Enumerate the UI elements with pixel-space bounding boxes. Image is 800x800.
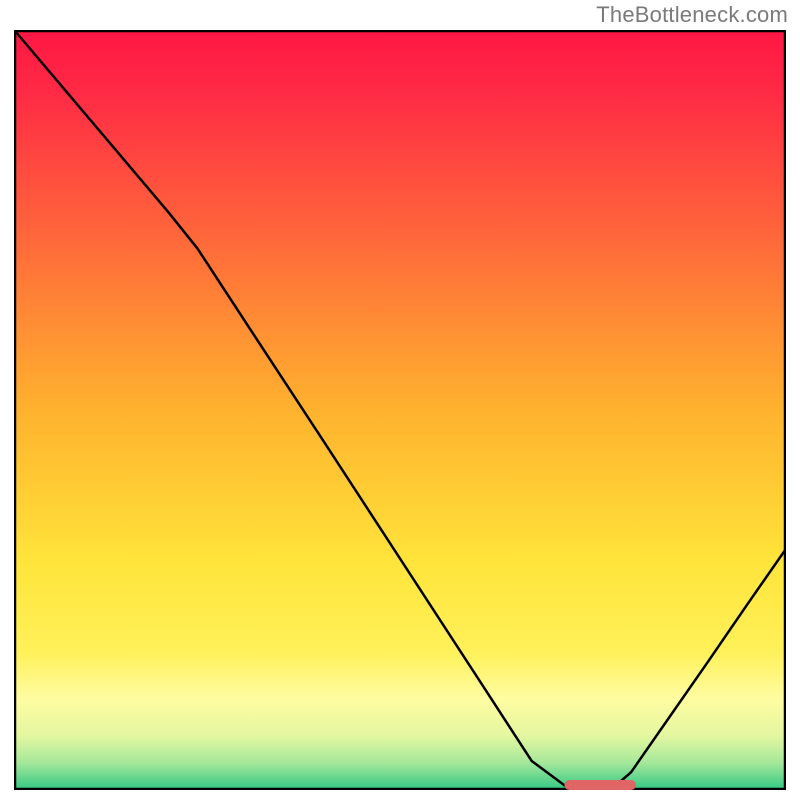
bottleneck-chart-svg — [14, 30, 786, 790]
gradient-background — [15, 31, 785, 789]
chart-container: TheBottleneck.com — [0, 0, 800, 800]
plot-area — [14, 30, 786, 790]
watermark-text: TheBottleneck.com — [596, 2, 788, 28]
